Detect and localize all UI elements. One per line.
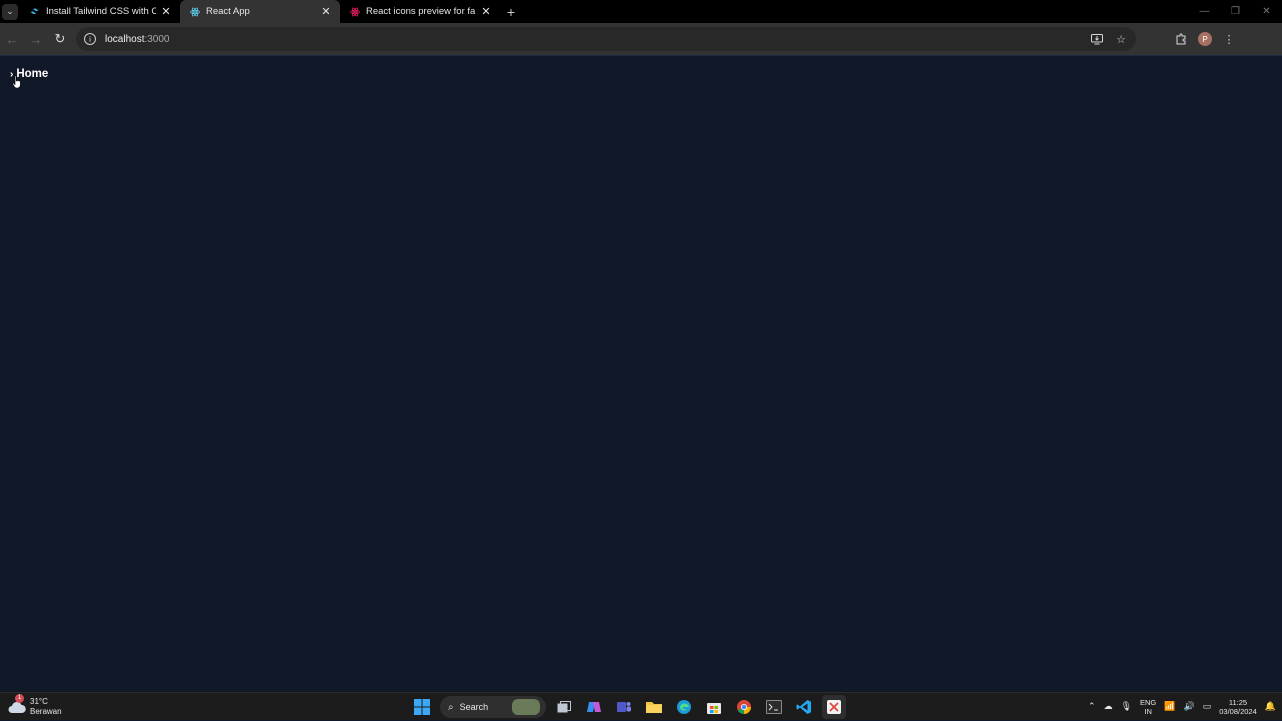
tab-title: Install Tailwind CSS with Create: [46, 6, 156, 17]
teams-icon[interactable]: [612, 695, 636, 719]
menu-icon[interactable]: ⋮: [1220, 30, 1238, 48]
url-port: :3000: [144, 33, 170, 45]
address-bar[interactable]: i localhost:3000 ☆: [76, 27, 1136, 51]
clock-date: 03/08/2024: [1219, 706, 1257, 716]
cloud-icon: 1: [8, 693, 26, 714]
hand-cursor-icon: [12, 75, 21, 89]
search-label: Search: [459, 702, 489, 712]
profile-avatar[interactable]: P: [1198, 32, 1212, 46]
tab-title: React App: [206, 6, 250, 17]
wifi-icon[interactable]: 📶: [1164, 701, 1175, 712]
weather-badge: 1: [15, 693, 24, 703]
tab-tailwind[interactable]: Install Tailwind CSS with Create ✕: [20, 0, 180, 23]
url-host: localhost: [105, 33, 145, 45]
tab-title: React icons preview for fa: [366, 6, 476, 17]
notifications-bell-icon[interactable]: 🔔: [1265, 701, 1276, 712]
chevron-down-icon: ⌄: [2, 3, 18, 20]
system-tray: ⌃ ☁ 🎙 ENG IN 📶 🔊 ▭ 11:25 03/08/2024 🔔: [1088, 698, 1282, 716]
search-icon: ⌕: [448, 701, 454, 713]
store-icon[interactable]: [702, 695, 726, 719]
file-explorer-icon[interactable]: [642, 695, 666, 719]
copilot-icon[interactable]: [582, 695, 606, 719]
new-tab-button[interactable]: +: [500, 0, 522, 23]
terminal-icon[interactable]: [762, 695, 786, 719]
react-icon: [190, 7, 200, 17]
task-view-icon[interactable]: [552, 695, 576, 719]
site-info-icon[interactable]: i: [84, 33, 96, 45]
browser-tab-strip: ⌄ Install Tailwind CSS with Create ✕ Rea…: [0, 0, 1282, 23]
close-icon[interactable]: ✕: [480, 6, 492, 18]
minimize-icon[interactable]: —: [1189, 6, 1220, 17]
weather-widget[interactable]: 1 31°C Berawan: [8, 693, 62, 717]
page-content: › Home: [0, 57, 1282, 691]
window-controls: — ❐ ✕: [1189, 0, 1282, 23]
back-icon[interactable]: ←: [0, 27, 24, 51]
close-window-icon[interactable]: ✕: [1251, 6, 1282, 17]
browser-toolbar: ← → ↻ i localhost:3000 ☆ P ⋮: [0, 23, 1282, 56]
weather-temp: 31°C: [30, 696, 48, 706]
battery-icon[interactable]: ▭: [1203, 701, 1212, 712]
edge-icon[interactable]: [672, 695, 696, 719]
maximize-icon[interactable]: ❐: [1220, 6, 1251, 17]
close-icon[interactable]: ✕: [160, 6, 172, 18]
windows-start-icon[interactable]: [410, 695, 434, 719]
close-icon[interactable]: ✕: [320, 6, 332, 18]
language-indicator[interactable]: ENG IN: [1140, 698, 1156, 716]
forward-icon[interactable]: →: [24, 27, 48, 51]
tab-search-button[interactable]: ⌄: [0, 0, 20, 23]
install-app-icon[interactable]: [1088, 30, 1106, 48]
clock[interactable]: 11:25 03/08/2024: [1219, 698, 1257, 716]
vscode-icon[interactable]: [792, 695, 816, 719]
chrome-icon[interactable]: [732, 695, 756, 719]
bookmark-star-icon[interactable]: ☆: [1112, 30, 1130, 48]
onedrive-icon[interactable]: ☁: [1104, 701, 1113, 712]
search-highlight-icon: [512, 699, 540, 715]
taskbar-search[interactable]: ⌕ Search: [440, 696, 546, 718]
microphone-icon[interactable]: 🎙: [1121, 701, 1132, 712]
tab-react-app[interactable]: React App ✕: [180, 0, 340, 23]
windows-taskbar: 1 31°C Berawan ⌕ Search ⌃ ☁ 🎙 ENG IN 📶 🔊…: [0, 692, 1282, 720]
weather-desc: Berawan: [30, 706, 62, 716]
tailwind-icon: [30, 7, 40, 17]
react-icons-icon: [350, 7, 360, 17]
extensions-icon[interactable]: [1172, 30, 1190, 48]
chevron-up-icon[interactable]: ⌃: [1088, 701, 1096, 712]
clock-time: 11:25: [1228, 697, 1248, 707]
tab-react-icons[interactable]: React icons preview for fa ✕: [340, 0, 500, 23]
lang-top: ENG: [1140, 697, 1157, 707]
lang-bottom: IN: [1144, 706, 1152, 716]
snipping-tool-icon[interactable]: [822, 695, 846, 719]
volume-icon[interactable]: 🔊: [1184, 701, 1195, 712]
reload-icon[interactable]: ↻: [48, 27, 72, 51]
taskbar-apps: ⌕ Search: [410, 693, 846, 721]
